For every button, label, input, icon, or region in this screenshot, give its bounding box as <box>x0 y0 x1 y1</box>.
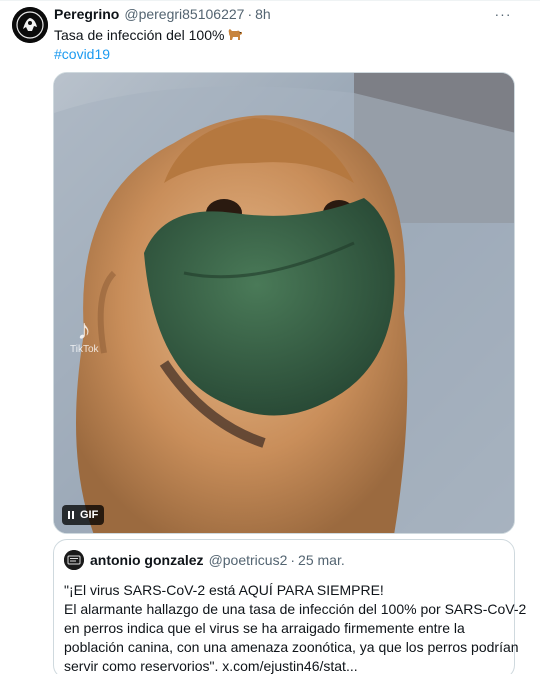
tweet-timestamp[interactable]: 8h <box>255 6 271 22</box>
quoted-tweet-header: antonio gonzalez @poetricus2 · 25 mar. <box>90 552 345 568</box>
quoted-line: "¡El virus SARS-CoV-2 está AQUÍ PARA SIE… <box>64 582 384 598</box>
more-icon: ··· <box>494 6 512 22</box>
gif-label: GIF <box>80 509 99 521</box>
tweet-text: Tasa de infección del 100% <box>54 26 243 47</box>
top-divider <box>0 0 540 1</box>
quoted-line: servir como reservorios". x.com/ejustin4… <box>64 658 358 674</box>
quoted-separator-dot: · <box>290 552 296 568</box>
author-name[interactable]: Peregrino <box>54 6 119 22</box>
quoted-tweet-card[interactable]: antonio gonzalez @poetricus2 · 25 mar. "… <box>53 539 527 674</box>
author-handle[interactable]: @peregri85106227 <box>124 6 244 22</box>
quoted-date: 25 mar. <box>298 552 345 568</box>
more-options-button[interactable]: ··· <box>490 4 516 24</box>
pause-icon <box>68 511 74 519</box>
tweet-gif-media[interactable] <box>53 72 515 534</box>
tiktok-watermark: ♪ TikTok <box>70 314 99 356</box>
quoted-tweet-text: "¡El virus SARS-CoV-2 está AQUÍ PARA SIE… <box>64 581 527 674</box>
author-avatar[interactable] <box>12 7 48 43</box>
dog-gif-image <box>54 73 514 533</box>
quoted-author-handle: @poetricus2 <box>208 552 288 568</box>
separator-dot: · <box>247 6 253 22</box>
tiktok-label: TikTok <box>70 344 99 355</box>
quoted-line: población canina, con una amenaza zoonót… <box>64 639 519 655</box>
quoted-author-avatar <box>64 550 84 570</box>
dog-emoji-icon <box>227 27 243 47</box>
tiktok-icon: ♪ <box>77 314 92 345</box>
quoted-line: El alarmante hallazgo de una tasa de inf… <box>64 601 527 617</box>
hashtag-link[interactable]: #covid19 <box>54 45 110 64</box>
quoted-author-name: antonio gonzalez <box>90 552 204 568</box>
tweet-body: Tasa de infección del 100% <box>54 27 225 43</box>
gif-pause-button[interactable]: GIF <box>62 505 105 525</box>
tweet-header: Peregrino @peregri85106227 · 8h <box>54 6 480 26</box>
quoted-line: en perros indica que el virus se ha arra… <box>64 620 465 636</box>
